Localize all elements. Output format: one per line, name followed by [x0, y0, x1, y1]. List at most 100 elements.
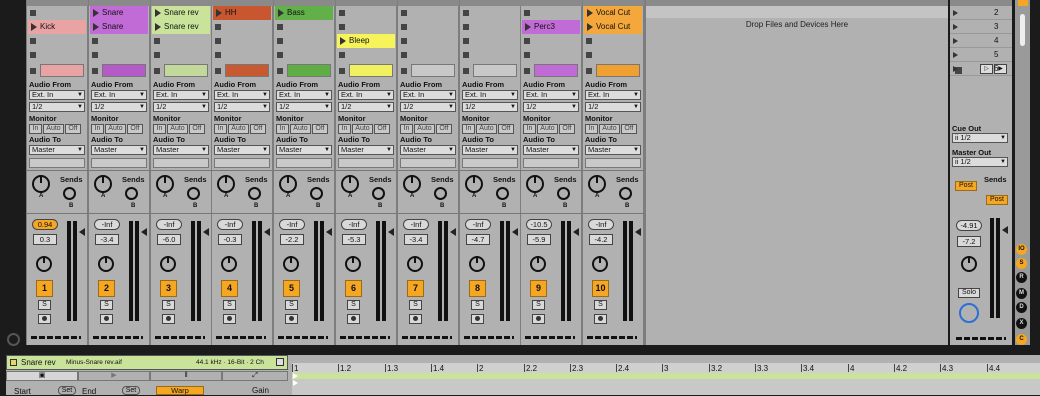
scene-launch-icon[interactable] [953, 38, 958, 44]
volume-display[interactable]: -Inf [217, 219, 243, 230]
monitor-off-button[interactable]: Off [436, 124, 452, 134]
track-stop-button[interactable] [30, 68, 36, 74]
send-a-knob[interactable] [217, 175, 235, 193]
clip-stop-button[interactable] [463, 38, 469, 44]
clip-stop-button[interactable] [524, 52, 530, 58]
clip-slot[interactable]: Perc3 [522, 20, 580, 34]
clip-slot[interactable]: Bleep [337, 34, 395, 48]
monitor-in-button[interactable]: In [276, 124, 289, 134]
input-channel-select[interactable]: 1/2 [585, 102, 641, 112]
pan-value[interactable]: 0.3 [33, 234, 57, 245]
volume-display[interactable]: 0.94 [32, 219, 58, 230]
clip-preview-bar[interactable] [596, 64, 640, 77]
arm-button[interactable] [532, 314, 545, 324]
audio-from-select[interactable]: Ext. In [585, 90, 641, 100]
clip-stop-button[interactable] [401, 38, 407, 44]
audio-to-select[interactable]: Master [523, 145, 579, 155]
clip-tab-2[interactable]: ▶ [78, 371, 150, 381]
monitor-auto-button[interactable]: Auto [352, 124, 373, 134]
clip-stop-button[interactable] [524, 10, 530, 16]
monitor-off-button[interactable]: Off [189, 124, 205, 134]
pan-value[interactable]: -2.2 [280, 234, 304, 245]
clip-stop-button[interactable] [215, 52, 221, 58]
track-activator[interactable]: 3 [160, 280, 177, 297]
audio-from-select[interactable]: Ext. In [338, 90, 394, 100]
clip-play-icon[interactable] [155, 23, 161, 31]
audio-to-select[interactable]: Master [153, 145, 209, 155]
volume-display[interactable]: -Inf [341, 219, 367, 230]
clip-slot[interactable]: Kick [28, 20, 86, 34]
clip-stop-button[interactable] [463, 10, 469, 16]
monitor-off-button[interactable]: Off [559, 124, 575, 134]
audio-from-select[interactable]: Ext. In [400, 90, 456, 100]
send-b-knob[interactable] [434, 187, 447, 200]
clip-preview-bar[interactable] [411, 64, 455, 77]
volume-display[interactable]: -Inf [403, 219, 429, 230]
input-channel-select[interactable]: 1/2 [462, 102, 518, 112]
send-b-knob[interactable] [310, 187, 323, 200]
cue-volume-knob[interactable] [959, 303, 979, 323]
volume-fader-thumb[interactable] [326, 228, 332, 236]
track-stop-button[interactable] [92, 68, 98, 74]
side-icon-c[interactable]: C [1016, 334, 1027, 345]
side-icon-io[interactable]: IO [1016, 244, 1027, 255]
monitor-in-button[interactable]: In [462, 124, 475, 134]
input-channel-select[interactable]: 1/2 [29, 102, 85, 112]
input-channel-select[interactable]: 1/2 [523, 102, 579, 112]
scene-row[interactable]: 2 [950, 6, 1012, 20]
clip-slot[interactable]: Snare rev [152, 20, 210, 34]
input-channel-select[interactable]: 1/2 [338, 102, 394, 112]
solo-button[interactable]: Solo [958, 288, 980, 298]
send-a-knob[interactable] [279, 175, 297, 193]
side-icon-m[interactable]: M [1016, 288, 1027, 299]
cue-out-select[interactable]: ii 1/2 [952, 133, 1008, 143]
arm-button[interactable] [594, 314, 607, 324]
solo-button[interactable]: S [532, 300, 545, 310]
monitor-off-button[interactable]: Off [312, 124, 328, 134]
track-activator[interactable]: 8 [469, 280, 486, 297]
loop-marker-start[interactable] [293, 373, 298, 379]
clip-stop-button[interactable] [92, 52, 98, 58]
output-channel-select[interactable] [276, 158, 332, 168]
clip-stop-button[interactable] [463, 24, 469, 30]
pan-value[interactable]: -3.4 [95, 234, 119, 245]
volume-display[interactable]: -Inf [156, 219, 182, 230]
audio-from-select[interactable]: Ext. In [91, 90, 147, 100]
clip-stop-button[interactable] [401, 24, 407, 30]
solo-button[interactable]: S [285, 300, 298, 310]
monitor-in-button[interactable]: In [91, 124, 104, 134]
monitor-off-button[interactable]: Off [127, 124, 143, 134]
clip-play-icon[interactable] [587, 23, 593, 31]
pan-knob[interactable] [221, 256, 237, 272]
monitor-auto-button[interactable]: Auto [167, 124, 188, 134]
output-channel-select[interactable] [400, 158, 456, 168]
volume-display[interactable]: -Inf [588, 219, 614, 230]
clip-stop-button[interactable] [30, 38, 36, 44]
volume-fader-thumb[interactable] [573, 228, 579, 236]
track-stop-button[interactable] [524, 68, 530, 74]
side-icon-d[interactable]: D [1016, 302, 1027, 313]
clip-stop-button[interactable] [339, 10, 345, 16]
clip-stop-button[interactable] [586, 38, 592, 44]
send-a-knob[interactable] [156, 175, 174, 193]
send-b-knob[interactable] [63, 187, 76, 200]
input-channel-select[interactable]: 1/2 [214, 102, 270, 112]
clip-stop-button[interactable] [401, 10, 407, 16]
output-channel-select[interactable] [338, 158, 394, 168]
pan-knob[interactable] [98, 256, 114, 272]
clip-tab-1[interactable]: ▣ [6, 371, 78, 381]
clip-stop-button[interactable] [215, 24, 221, 30]
scene-row[interactable]: 6 [950, 62, 1012, 76]
pan-value[interactable]: -0.3 [218, 234, 242, 245]
post-button-b[interactable]: Post [986, 195, 1008, 205]
pan-knob[interactable] [407, 256, 423, 272]
volume-display[interactable]: -Inf [94, 219, 120, 230]
track-activator[interactable]: 7 [407, 280, 424, 297]
top-right-icon[interactable] [1018, 0, 1028, 6]
scene-launch-icon[interactable] [953, 52, 958, 58]
side-icon-r[interactable]: R [1016, 272, 1027, 283]
send-b-knob[interactable] [248, 187, 261, 200]
track-activator[interactable]: 5 [283, 280, 300, 297]
side-icon-s[interactable]: S [1016, 258, 1027, 269]
track-stop-button[interactable] [401, 68, 407, 74]
